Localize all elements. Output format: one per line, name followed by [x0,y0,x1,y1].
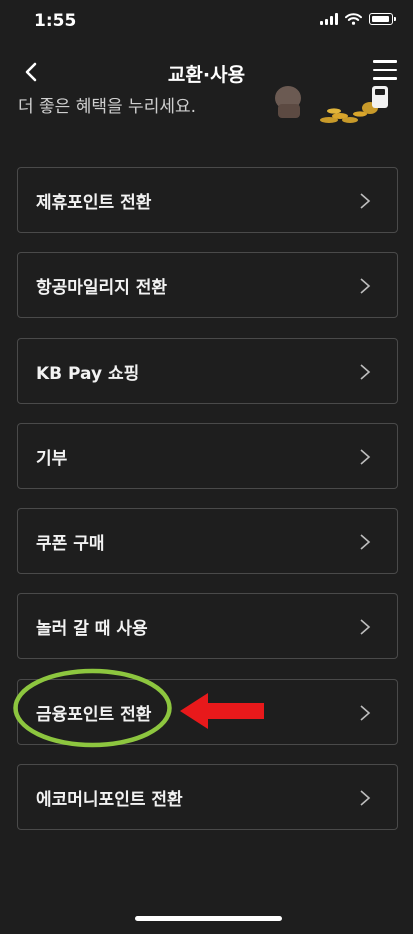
chevron-right-icon [360,790,371,806]
menu-item-label: KB Pay 쇼핑 [36,363,140,384]
status-time: 1:55 [34,11,77,31]
highlight-ellipse [13,668,172,748]
menu-item-partner-points[interactable]: 제휴포인트 전환 [17,167,398,233]
hamburger-menu-button[interactable] [373,60,397,82]
status-icons [320,13,396,25]
menu-item-coupon-purchase[interactable]: 쿠폰 구매 [17,508,398,575]
menu-item-kb-pay-shopping[interactable]: KB Pay 쇼핑 [17,337,398,404]
menu-item-label: 제휴포인트 전환 [36,193,152,213]
menu-item-label: 항공마일리지 전환 [36,278,168,299]
home-indicator [135,916,282,921]
hamburger-menu-icon [373,60,397,63]
battery-icon [369,13,396,25]
red-arrow-annotation [180,693,264,729]
chevron-right-icon [360,534,371,550]
menu-item-airline-miles[interactable]: 항공마일리지 전환 [17,252,398,319]
menu-item-label: 에코머니포인트 전환 [36,790,183,811]
page-title: 교환·사용 [167,64,246,86]
chevron-right-icon [360,705,371,721]
menu-item-eco-money-points[interactable]: 에코머니포인트 전환 [17,764,398,831]
chevron-right-icon [360,193,371,209]
status-bar: 1:55 [0,0,413,44]
chevron-right-icon [360,363,371,380]
signal-icon [320,13,338,25]
menu-item-label: 놀러 갈 때 사용 [36,619,148,640]
banner-text: 더 좋은 혜택을 누리세요. [18,97,197,117]
character-coins-illustration [275,86,388,123]
chevron-right-icon [360,619,371,636]
menu-item-label: 기부 [36,448,68,469]
menu-item-travel-use[interactable]: 놀러 갈 때 사용 [17,593,398,660]
menu-item-label: 쿠폰 구매 [36,534,105,555]
chevron-right-icon [360,278,371,294]
wifi-icon [345,13,362,25]
menu-item-donation[interactable]: 기부 [17,422,398,489]
chevron-right-icon [360,449,371,465]
